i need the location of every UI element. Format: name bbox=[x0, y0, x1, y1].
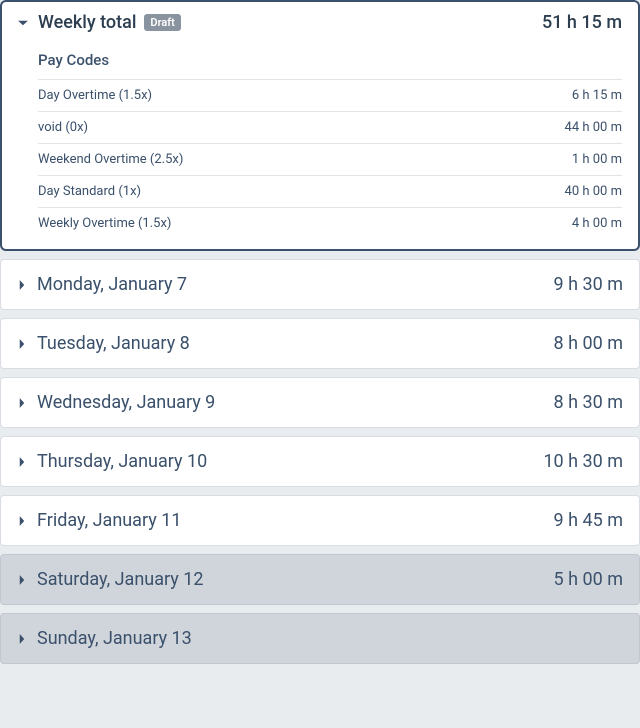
status-badge: Draft bbox=[144, 14, 180, 31]
day-hours: 10 h 30 m bbox=[543, 451, 623, 472]
weekly-total-header[interactable]: Weekly total Draft 51 h 15 m bbox=[2, 2, 638, 41]
day-label: Monday, January 7 bbox=[37, 274, 187, 295]
paycode-row: Day Standard (1x) 40 h 00 m bbox=[38, 175, 622, 207]
day-card: Saturday, January 12 5 h 00 m bbox=[0, 554, 640, 605]
day-header[interactable]: Tuesday, January 8 8 h 00 m bbox=[1, 319, 639, 368]
pay-codes-title: Pay Codes bbox=[38, 45, 622, 79]
pay-codes-list: Day Overtime (1.5x) 6 h 15 m void (0x) 44 h… bbox=[38, 79, 622, 239]
day-label: Saturday, January 12 bbox=[37, 569, 203, 590]
day-header[interactable]: Monday, January 7 9 h 30 m bbox=[1, 260, 639, 309]
chevron-right-icon bbox=[13, 394, 31, 412]
chevron-right-icon bbox=[13, 512, 31, 530]
paycode-name: Weekend Overtime (2.5x) bbox=[38, 152, 183, 167]
chevron-right-icon bbox=[13, 571, 31, 589]
day-label: Wednesday, January 9 bbox=[37, 392, 215, 413]
chevron-down-icon bbox=[14, 14, 32, 32]
day-hours: 9 h 30 m bbox=[554, 274, 623, 295]
paycode-hours: 6 h 15 m bbox=[572, 88, 622, 103]
day-header[interactable]: Wednesday, January 9 8 h 30 m bbox=[1, 378, 639, 427]
day-card: Sunday, January 13 bbox=[0, 613, 640, 664]
weekly-total-card: Weekly total Draft 51 h 15 m Pay Codes D… bbox=[0, 0, 640, 251]
paycode-hours: 1 h 00 m bbox=[572, 152, 622, 167]
paycode-name: Day Standard (1x) bbox=[38, 184, 141, 199]
day-header[interactable]: Thursday, January 10 10 h 30 m bbox=[1, 437, 639, 486]
paycode-row: void (0x) 44 h 00 m bbox=[38, 111, 622, 143]
day-hours: 8 h 00 m bbox=[554, 333, 623, 354]
day-card: Thursday, January 10 10 h 30 m bbox=[0, 436, 640, 487]
day-hours: 9 h 45 m bbox=[554, 510, 623, 531]
weekly-total-title: Weekly total bbox=[38, 12, 136, 33]
day-card: Tuesday, January 8 8 h 00 m bbox=[0, 318, 640, 369]
paycode-hours: 44 h 00 m bbox=[565, 120, 622, 135]
day-header[interactable]: Friday, January 11 9 h 45 m bbox=[1, 496, 639, 545]
paycode-hours: 40 h 00 m bbox=[565, 184, 622, 199]
paycode-row: Weekend Overtime (2.5x) 1 h 00 m bbox=[38, 143, 622, 175]
paycode-hours: 4 h 00 m bbox=[572, 216, 622, 231]
chevron-right-icon bbox=[13, 276, 31, 294]
paycode-row: Day Overtime (1.5x) 6 h 15 m bbox=[38, 79, 622, 111]
chevron-right-icon bbox=[13, 335, 31, 353]
day-card: Monday, January 7 9 h 30 m bbox=[0, 259, 640, 310]
day-header[interactable]: Sunday, January 13 bbox=[1, 614, 639, 663]
chevron-right-icon bbox=[13, 453, 31, 471]
day-hours: 8 h 30 m bbox=[554, 392, 623, 413]
paycode-name: void (0x) bbox=[38, 120, 88, 135]
day-hours: 5 h 00 m bbox=[554, 569, 623, 590]
paycode-name: Weekly Overtime (1.5x) bbox=[38, 216, 171, 231]
weekly-total-hours: 51 h 15 m bbox=[542, 12, 622, 33]
day-label: Tuesday, January 8 bbox=[37, 333, 190, 354]
day-label: Sunday, January 13 bbox=[37, 628, 192, 649]
paycode-row: Weekly Overtime (1.5x) 4 h 00 m bbox=[38, 207, 622, 239]
weekly-total-body: Pay Codes Day Overtime (1.5x) 6 h 15 m voi… bbox=[2, 41, 638, 249]
day-label: Thursday, January 10 bbox=[37, 451, 207, 472]
day-label: Friday, January 11 bbox=[37, 510, 181, 531]
day-card: Wednesday, January 9 8 h 30 m bbox=[0, 377, 640, 428]
chevron-right-icon bbox=[13, 630, 31, 648]
day-card: Friday, January 11 9 h 45 m bbox=[0, 495, 640, 546]
day-header[interactable]: Saturday, January 12 5 h 00 m bbox=[1, 555, 639, 604]
paycode-name: Day Overtime (1.5x) bbox=[38, 88, 152, 103]
